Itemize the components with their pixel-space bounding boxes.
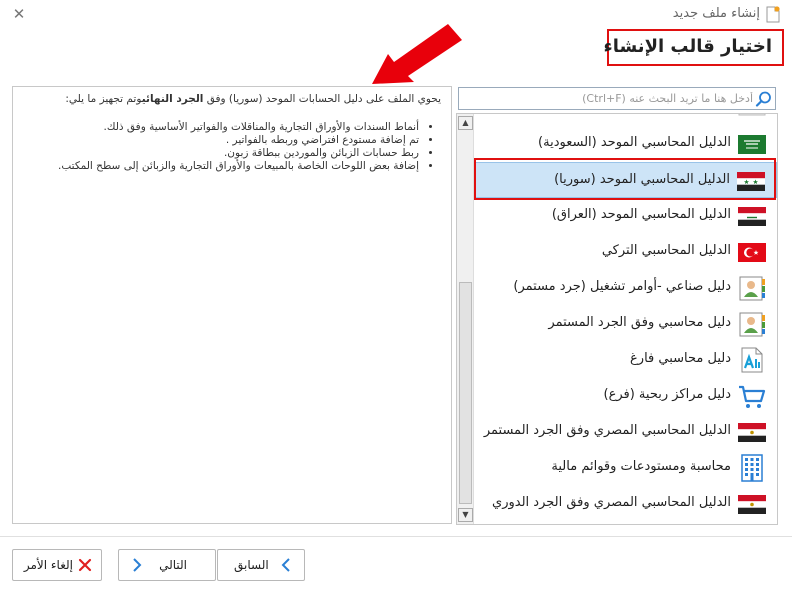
scroll-down-icon[interactable]: ▼ xyxy=(458,508,473,522)
shopping-cart-icon xyxy=(739,385,766,408)
list-item-template[interactable]: دليل صناعي -أوامر تشغيل (جرد مستمر) xyxy=(475,270,777,306)
previous-button[interactable]: السابق xyxy=(217,549,305,581)
search-input[interactable] xyxy=(461,89,753,108)
scroll-thumb[interactable] xyxy=(459,282,472,504)
flag-egypt-icon xyxy=(738,423,766,442)
description-intro-bold: الجرد النهائي xyxy=(141,93,204,105)
page-title: اختيار قالب الإنشاء xyxy=(603,36,772,57)
contact-card-icon xyxy=(739,276,765,301)
partial-item-icon xyxy=(738,114,766,116)
template-list: ▲ ▼ الدليل المحاسبي الموحد (السعودية) ال… xyxy=(456,113,778,525)
list-item-template[interactable]: الدليل المحاسبي الموحد (العراق) xyxy=(475,198,777,234)
list-item-template[interactable]: دليل مراكز ربحية (فرع) xyxy=(475,378,777,414)
search-box xyxy=(458,87,776,110)
list-item-template[interactable]: دليل محاسبي فارغ xyxy=(475,342,777,378)
description-bullet: ربط حسابات الزبائن والموردين ببطاقة زبون… xyxy=(21,147,419,160)
description-intro: يحوي الملف على دليل الحسابات الموحد (سور… xyxy=(65,93,441,105)
description-bullet: إضافة بعض اللوحات الخاصة بالمبيعات والأو… xyxy=(21,160,419,173)
list-scrollbar[interactable]: ▲ ▼ xyxy=(457,114,474,524)
template-items: الدليل المحاسبي الموحد (السعودية) الدليل… xyxy=(475,114,777,524)
flag-iraq-icon xyxy=(738,207,766,226)
description-text: يحوي الملف على دليل الحسابات الموحد (سور… xyxy=(21,93,441,173)
contact-card-icon xyxy=(739,312,765,337)
list-item-template[interactable]: الدليل المحاسبي المصري وفق الجرد المستمر xyxy=(475,414,777,450)
description-panel: يحوي الملف على دليل الحسابات الموحد (سور… xyxy=(12,86,452,524)
list-item-template[interactable]: الدليل المحاسبي الموحد (السعودية) xyxy=(475,126,777,162)
flag-turkey-icon xyxy=(738,243,766,262)
building-icon xyxy=(741,454,763,482)
flag-egypt-icon xyxy=(738,495,766,514)
heading-highlight: اختيار قالب الإنشاء xyxy=(603,29,784,66)
chevron-right-icon xyxy=(133,558,142,572)
description-bullet: تم إضافة مستودع افتراضي وربطه بالفواتير … xyxy=(21,134,419,147)
chevron-left-icon xyxy=(281,558,290,572)
list-item-template[interactable]: دليل محاسبي وفق الجرد المستمر xyxy=(475,306,777,342)
list-item-partial[interactable] xyxy=(475,114,777,120)
new-file-icon xyxy=(766,6,780,23)
cancel-button[interactable]: إلغاء الأمر xyxy=(12,549,102,581)
blank-document-icon xyxy=(741,347,763,373)
search-icon[interactable] xyxy=(755,90,773,108)
flag-syria-icon xyxy=(737,172,765,191)
description-bullet: أنماط السندات والأوراق التجارية والمناقل… xyxy=(21,121,419,134)
description-bullets: أنماط السندات والأوراق التجارية والمناقل… xyxy=(21,121,441,173)
red-arrow-icon xyxy=(372,24,462,84)
flag-saudi-icon xyxy=(738,135,766,154)
cancel-x-icon xyxy=(78,558,92,572)
window-title: إنشاء ملف جديد xyxy=(672,6,760,21)
list-item-template[interactable]: محاسبة ومستودعات وقوائم مالية xyxy=(475,450,777,486)
list-item-template[interactable]: الدليل المحاسبي التركي xyxy=(475,234,777,270)
list-item-template[interactable]: الدليل المحاسبي المصري وفق الجرد الدوري xyxy=(475,486,777,522)
footer-divider xyxy=(0,536,792,537)
list-item-template-selected[interactable]: الدليل المحاسبي الموحد (سوريا) xyxy=(475,162,777,198)
scroll-up-icon[interactable]: ▲ xyxy=(458,116,473,130)
next-button[interactable]: التالي xyxy=(118,549,216,581)
close-icon[interactable]: ✕ xyxy=(10,5,28,23)
